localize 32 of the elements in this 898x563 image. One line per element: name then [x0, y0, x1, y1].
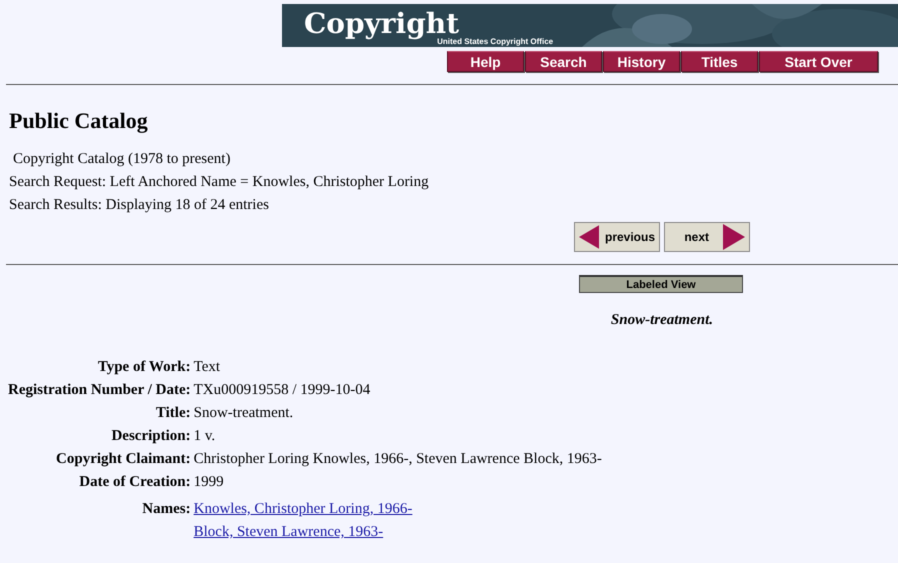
- previous-button[interactable]: previous: [574, 222, 660, 252]
- nav-button[interactable]: Help: [447, 51, 524, 72]
- field-label: Date of Creation:: [79, 474, 191, 490]
- right-triangle-icon: [723, 224, 745, 250]
- nav-button[interactable]: History: [603, 51, 680, 72]
- record-title: Snow-treatment.: [610, 312, 713, 329]
- nav-button[interactable]: Search: [525, 51, 602, 72]
- field-label: Type of Work:: [98, 359, 191, 375]
- field-value: Text: [194, 359, 220, 375]
- left-triangle-icon: [579, 224, 599, 250]
- logo-subtitle: United States Copyright Office: [437, 37, 554, 46]
- info-line: Search Results: Displaying 18 of 24 entries: [9, 196, 270, 215]
- nav-button[interactable]: Titles: [681, 51, 758, 72]
- field-value: TXu000919558 / 1999-10-04: [194, 382, 370, 398]
- field-value: 1999: [194, 474, 224, 490]
- info-line: Search Request: Left Anchored Name = Knowles, Christopher Loring: [9, 173, 430, 192]
- name-link[interactable]: Block, Steven Lawrence, 1963-: [194, 524, 384, 540]
- field-value: 1 v.: [194, 428, 216, 444]
- field-label: Title:: [156, 405, 191, 421]
- field-value: Christopher Loring Knowles, 1966-, Steven Lawrence Block, 1963-: [194, 451, 602, 467]
- field-label: Copyright Claimant:: [56, 451, 191, 467]
- labeled-view-button[interactable]: Labeled View: [579, 275, 743, 293]
- name-link[interactable]: Knowles, Christopher Loring, 1966-: [194, 501, 412, 517]
- logo: Copyright: [304, 7, 460, 40]
- field-value: Snow-treatment.: [194, 405, 294, 421]
- field-label: Names:: [142, 501, 191, 517]
- field-label: Registration Number / Date:: [8, 382, 191, 398]
- page-heading: Public Catalog: [9, 107, 149, 135]
- info-line: Copyright Catalog (1978 to present): [12, 150, 232, 169]
- next-button[interactable]: next: [664, 222, 750, 252]
- nav-button[interactable]: Start Over: [759, 51, 878, 72]
- field-label: Description:: [111, 428, 191, 444]
